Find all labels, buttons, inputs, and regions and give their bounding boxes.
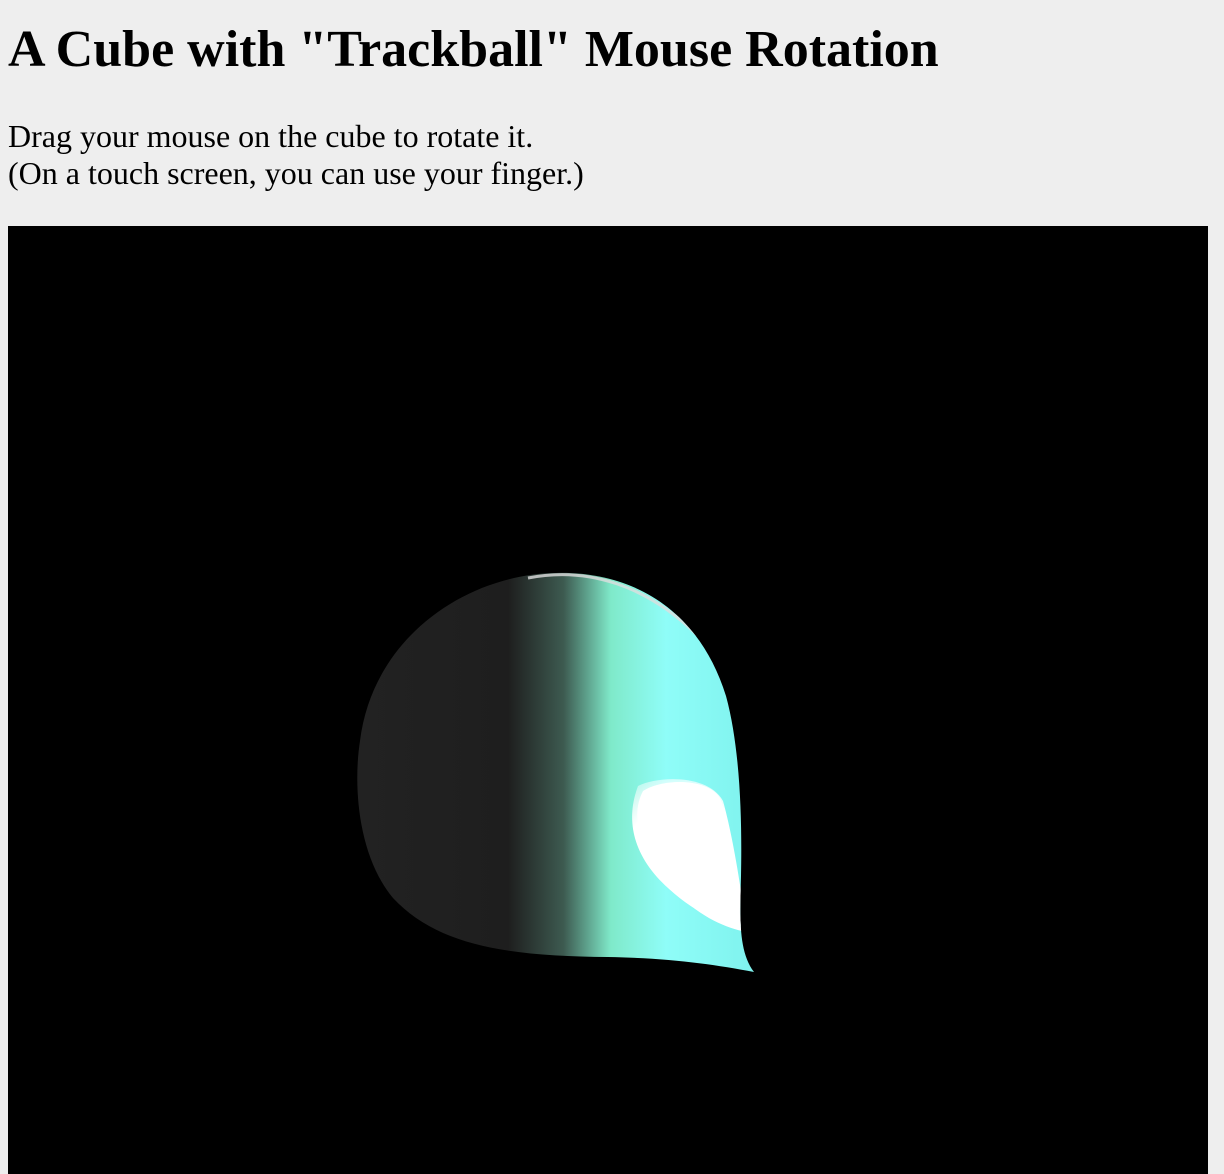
- webgl-canvas[interactable]: [8, 226, 1208, 1174]
- instructions-line-2: (On a touch screen, you can use your fin…: [8, 155, 584, 191]
- instructions: Drag your mouse on the cube to rotate it…: [8, 118, 584, 192]
- rendered-scene[interactable]: [8, 226, 1208, 1174]
- instructions-line-1: Drag your mouse on the cube to rotate it…: [8, 118, 534, 154]
- page-title: A Cube with "Trackball" Mouse Rotation: [8, 21, 939, 78]
- shaded-object: [357, 572, 754, 972]
- page: A Cube with "Trackball" Mouse Rotation D…: [0, 0, 1224, 1174]
